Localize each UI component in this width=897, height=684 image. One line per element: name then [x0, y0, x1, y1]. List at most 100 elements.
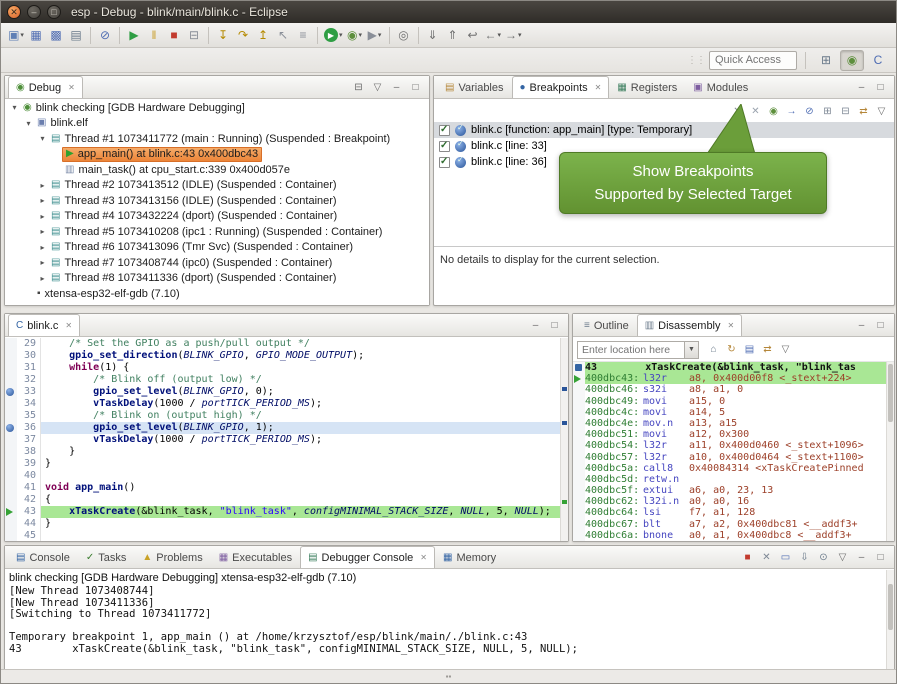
maximize-icon[interactable]: □: [872, 318, 889, 333]
tab-blink-c[interactable]: Cblink.c✕: [8, 314, 80, 336]
step-over-icon[interactable]: ↷: [233, 25, 253, 45]
close-tab-icon[interactable]: ✕: [420, 553, 427, 562]
print-icon[interactable]: ▤: [66, 25, 86, 45]
tab-problems[interactable]: ▲Problems: [134, 546, 210, 568]
perspective-cpp-button[interactable]: C: [866, 50, 890, 71]
debug-tree-row[interactable]: ▸▤Thread #8 1073411336 (dport) (Suspende…: [5, 271, 429, 287]
go-to-file-for-breakpoint-icon[interactable]: →: [783, 104, 800, 119]
suspend-icon[interactable]: ‖: [144, 25, 164, 45]
sync-with-debug-context-icon[interactable]: ⇄: [759, 342, 776, 357]
ruler-breakpoint-mark[interactable]: [562, 421, 567, 425]
tab-debugger-console[interactable]: ▤Debugger Console✕: [300, 546, 435, 568]
remove-launch-icon[interactable]: ✕: [758, 550, 775, 565]
expander-icon[interactable]: ▸: [37, 243, 48, 252]
expander-icon[interactable]: ▸: [37, 181, 48, 190]
minimize-icon[interactable]: –: [853, 80, 870, 95]
view-menu-icon[interactable]: ▽: [777, 342, 794, 357]
breakpoint-dot-icon[interactable]: [6, 388, 14, 396]
debug-launch-tree[interactable]: ▾◉blink checking [GDB Hardware Debugging…: [5, 100, 429, 305]
console-output[interactable]: blink checking [GDB Hardware Debugging] …: [5, 570, 886, 670]
debug-icon[interactable]: ◉▾: [345, 25, 365, 45]
details-sash[interactable]: [434, 246, 894, 247]
open-perspective-button[interactable]: ⊞: [814, 50, 838, 71]
tab-variables[interactable]: ▤Variables: [437, 76, 512, 98]
tab-tasks[interactable]: ✓Tasks: [78, 546, 135, 568]
debug-tree-row[interactable]: ▾▣blink.elf: [5, 116, 429, 132]
tab-disassembly[interactable]: ▥Disassembly✕: [637, 314, 743, 336]
window-minimize-button[interactable]: –: [27, 5, 41, 19]
last-edit-location-icon[interactable]: ↩: [463, 25, 483, 45]
tab-breakpoints[interactable]: ●Breakpoints✕: [512, 76, 610, 98]
refresh-view-icon[interactable]: ↻: [723, 342, 740, 357]
debug-tree-row[interactable]: ▸▤Thread #6 1073413096 (Tmr Svc) (Suspen…: [5, 240, 429, 256]
step-return-icon[interactable]: ↥: [253, 25, 273, 45]
minimize-icon[interactable]: –: [527, 318, 544, 333]
search-icon[interactable]: ◎: [394, 25, 414, 45]
close-tab-icon[interactable]: ✕: [728, 321, 735, 330]
expander-icon[interactable]: ▾: [37, 134, 48, 143]
view-menu-icon[interactable]: ▽: [834, 550, 851, 565]
breakpoint-enabled-checkbox[interactable]: [439, 125, 450, 136]
skip-all-breakpoints-icon[interactable]: ⊘: [801, 104, 818, 119]
maximize-icon[interactable]: □: [872, 550, 889, 565]
code-editor[interactable]: 29 /* Set the GPIO as a push/pull output…: [5, 338, 560, 541]
scroll-lock-icon[interactable]: ⇩: [796, 550, 813, 565]
debug-tree-row[interactable]: ▸▤Thread #3 1073413156 (IDLE) (Suspended…: [5, 193, 429, 209]
expander-icon[interactable]: ▸: [37, 258, 48, 267]
dropdown-arrow-icon[interactable]: ▾: [20, 31, 24, 39]
debug-tree-row[interactable]: ▥main_task() at cpu_start.c:339 0x400d05…: [5, 162, 429, 178]
dropdown-arrow-icon[interactable]: ▾: [378, 31, 382, 39]
terminate-icon[interactable]: ■: [739, 550, 756, 565]
save-all-icon[interactable]: ▩: [46, 25, 66, 45]
expander-icon[interactable]: ▸: [37, 196, 48, 205]
dropdown-arrow-icon[interactable]: ▾: [498, 31, 502, 39]
show-source-icon[interactable]: ▤: [741, 342, 758, 357]
dropdown-arrow-icon[interactable]: ▾: [359, 31, 363, 39]
home-icon[interactable]: ⌂: [705, 342, 722, 357]
external-tools-icon[interactable]: ▶▾: [365, 25, 385, 45]
debug-tree-row[interactable]: ▾▤Thread #1 1073411772 (main : Running) …: [5, 131, 429, 147]
maximize-icon[interactable]: □: [546, 318, 563, 333]
perspective-debug-button[interactable]: ◉: [840, 50, 864, 71]
location-dropdown-icon[interactable]: ▼: [685, 341, 699, 359]
overview-ruler[interactable]: [560, 338, 568, 541]
close-tab-icon[interactable]: ✕: [595, 83, 602, 92]
save-icon[interactable]: ▦: [26, 25, 46, 45]
next-annotation-icon[interactable]: ⇓: [423, 25, 443, 45]
forward-icon[interactable]: →▾: [503, 25, 524, 45]
link-with-debug-view-icon[interactable]: ⇄: [855, 104, 872, 119]
step-into-icon[interactable]: ↧: [213, 25, 233, 45]
clear-console-icon[interactable]: ▭: [777, 550, 794, 565]
drop-to-frame-icon[interactable]: ↖: [273, 25, 293, 45]
tab-outline[interactable]: ≡Outline: [576, 314, 637, 336]
tab-console[interactable]: ▤Console: [8, 546, 78, 568]
debug-tree-row[interactable]: ▸▤Thread #4 1073432224 (dport) (Suspende…: [5, 209, 429, 225]
maximize-icon[interactable]: □: [872, 80, 889, 95]
close-tab-icon[interactable]: ✕: [68, 83, 75, 92]
breakpoint-marker[interactable]: [5, 422, 17, 434]
debug-tree-row[interactable]: ▸▤Thread #2 1073413512 (IDLE) (Suspended…: [5, 178, 429, 194]
minimize-icon[interactable]: –: [388, 80, 405, 95]
toolbar-drag-handle[interactable]: ⋮⋮: [687, 55, 705, 66]
collapse-all-icon[interactable]: ⊟: [837, 104, 854, 119]
tab-registers[interactable]: ▦Registers: [609, 76, 685, 98]
pin-console-icon[interactable]: ⊙: [815, 550, 832, 565]
quick-access-input[interactable]: [709, 51, 797, 70]
scrollbar-thumb[interactable]: [888, 364, 893, 422]
scrollbar-thumb[interactable]: [888, 584, 893, 630]
collapse-all-icon[interactable]: ⊟: [350, 80, 367, 95]
expander-icon[interactable]: ▸: [37, 212, 48, 221]
tab-debug[interactable]: ◉Debug✕: [8, 76, 83, 98]
expander-icon[interactable]: ▸: [37, 274, 48, 283]
window-close-button[interactable]: ✕: [7, 5, 21, 19]
breakpoint-enabled-checkbox[interactable]: [439, 157, 450, 168]
expand-all-icon[interactable]: ⊞: [819, 104, 836, 119]
debug-tree-row[interactable]: ▪xtensa-esp32-elf-gdb (7.10): [5, 286, 429, 302]
tab-executables[interactable]: ▦Executables: [211, 546, 300, 568]
debug-tree-row[interactable]: ▶app_main() at blink.c:43 0x400dbc43: [5, 147, 429, 163]
close-tab-icon[interactable]: ✕: [65, 321, 72, 330]
breakpoint-dot-icon[interactable]: [6, 424, 14, 432]
new-wizard-icon[interactable]: ▣▾: [6, 25, 26, 45]
window-maximize-button[interactable]: □: [47, 5, 61, 19]
maximize-icon[interactable]: □: [407, 80, 424, 95]
